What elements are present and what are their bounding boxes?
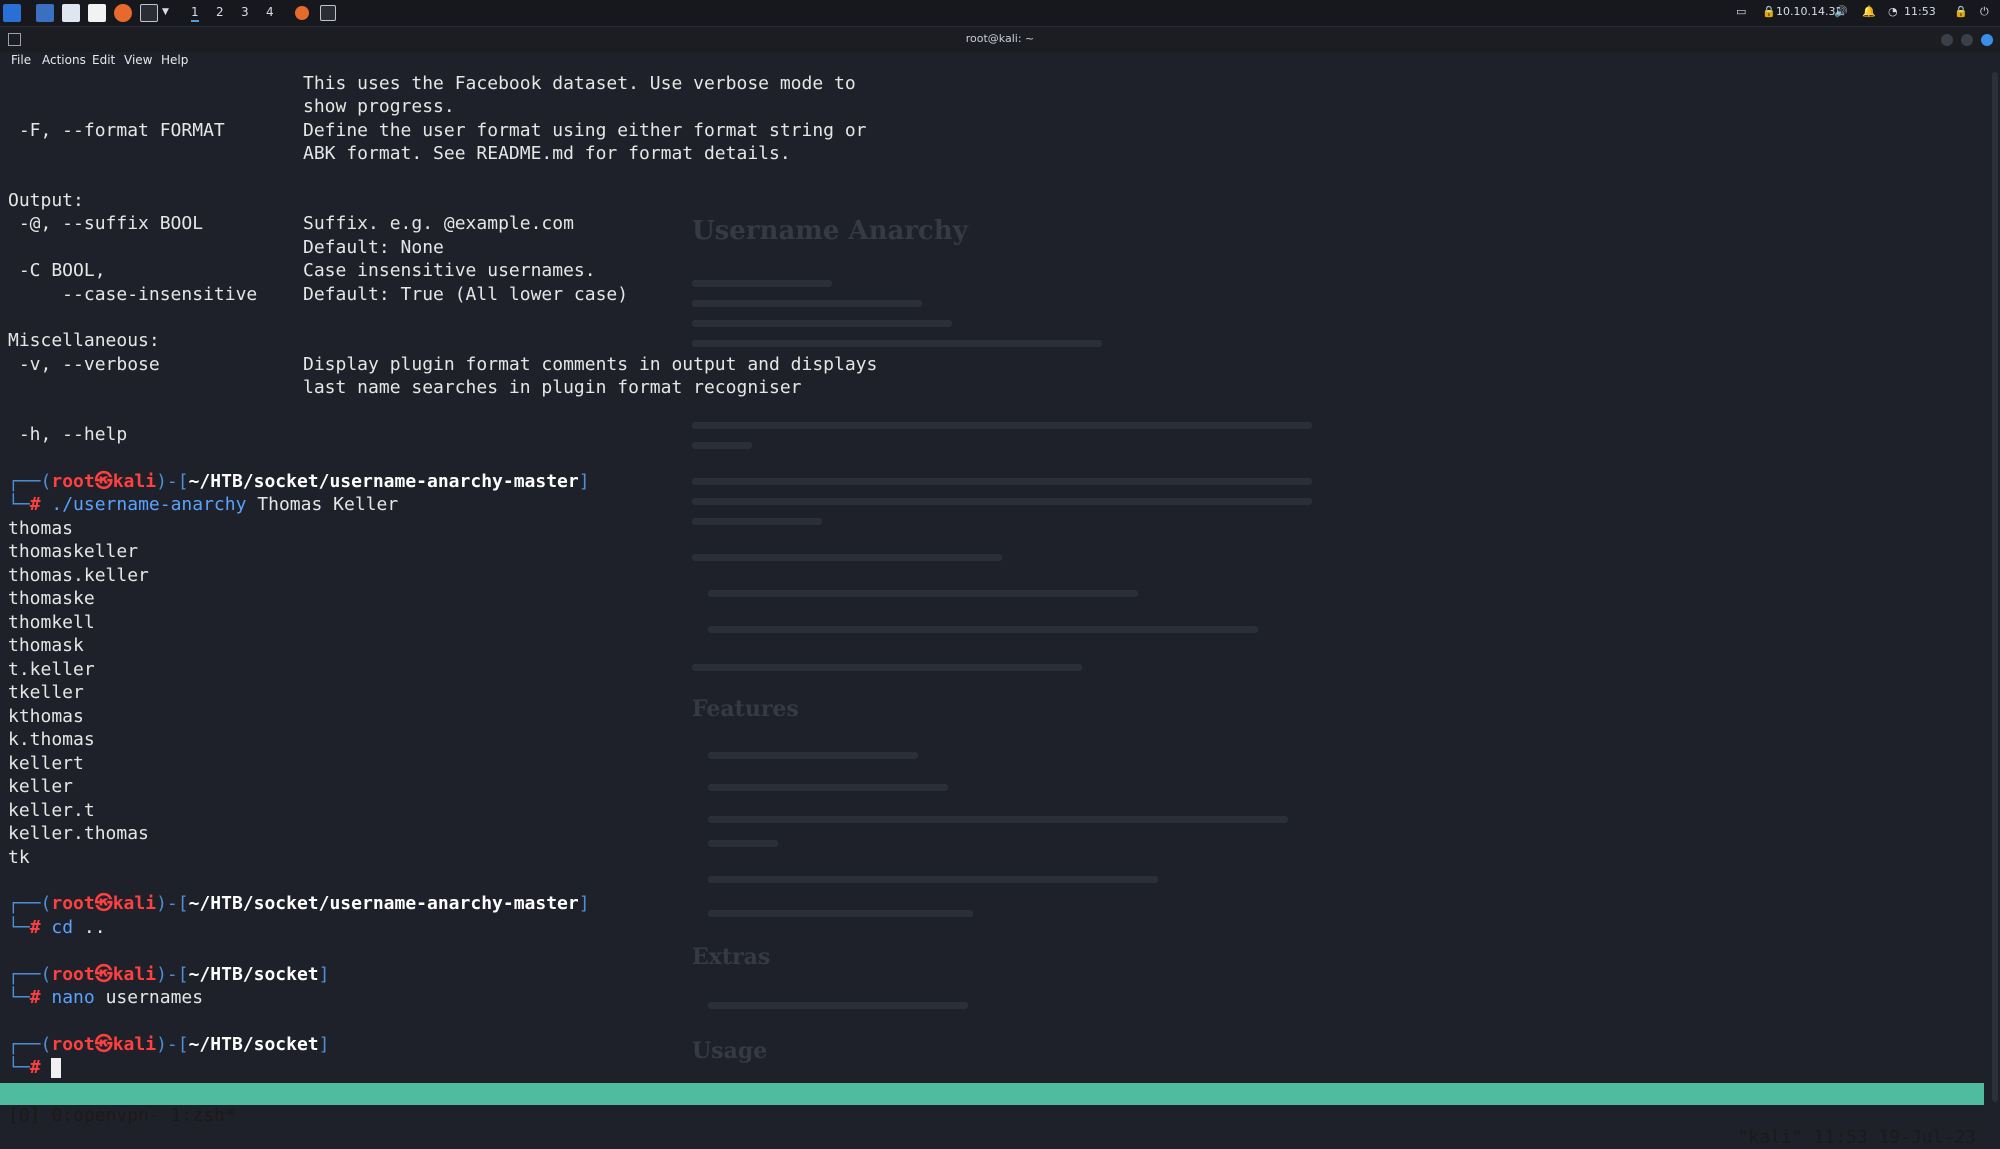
close-button[interactable] — [1981, 34, 1993, 46]
output-line: thomas.keller — [8, 565, 149, 586]
lock-screen-icon[interactable]: 🔒 — [1954, 5, 1968, 18]
top-panel: ▼ 1 2 3 4 ▭ 🔒 10.10.14.31 🔊 🔔 ◔ 11:53 🔒 … — [0, 0, 2000, 27]
help-section-heading: Miscellaneous: — [8, 330, 160, 351]
window-titlebar[interactable]: root@kali: ~ — [0, 27, 2000, 52]
help-line: Default: None — [303, 237, 444, 258]
text-editor-icon[interactable] — [88, 4, 106, 22]
workspace-4[interactable]: 4 — [266, 5, 274, 19]
clock[interactable]: 11:53 — [1904, 5, 1936, 18]
output-line: t.keller — [8, 659, 95, 680]
minimize-button[interactable] — [1941, 34, 1953, 46]
prompt-header: ┌──(root㉿kali)-[~/HTB/socket] — [8, 964, 330, 985]
firefox-icon[interactable] — [114, 4, 132, 22]
workspace-3[interactable]: 3 — [241, 5, 249, 19]
notification-bell-icon[interactable]: 🔔 — [1862, 5, 1876, 18]
output-line: thomask — [8, 635, 84, 656]
help-line: -C BOOL, Case insensitive usernames. — [8, 260, 596, 281]
help-line: last name searches in plugin format reco… — [303, 377, 802, 398]
menu-bar: File Actions Edit View Help — [0, 52, 2000, 69]
workspace-2[interactable]: 2 — [216, 5, 224, 19]
show-desktop-icon[interactable] — [36, 4, 54, 22]
volume-icon[interactable]: 🔊 — [1834, 5, 1848, 18]
menu-help[interactable]: Help — [161, 53, 188, 67]
help-line: ABK format. See README.md for format det… — [303, 143, 791, 164]
tmux-status-right: "kali" 11:53 19-Jul-23 — [1737, 1127, 1976, 1148]
clock-icon: ◔ — [1888, 5, 1898, 18]
output-line: tkeller — [8, 682, 84, 703]
menu-edit[interactable]: Edit — [92, 53, 115, 67]
terminal-launcher-icon[interactable] — [140, 4, 158, 22]
output-line: thomas — [8, 518, 74, 539]
terminal-window-icon[interactable] — [320, 5, 336, 21]
output-line: thomaskeller — [8, 541, 139, 562]
command-line: └─# cd .. — [8, 917, 106, 938]
screen-icon[interactable]: ▭ — [1736, 5, 1746, 18]
menu-actions[interactable]: Actions — [42, 53, 86, 67]
output-line: keller.thomas — [8, 823, 149, 844]
command-line-current[interactable]: └─# — [8, 1056, 62, 1079]
text-cursor — [51, 1058, 62, 1078]
help-line: -F, --format FORMAT Define the user forma… — [8, 120, 867, 141]
help-line: This uses the Facebook dataset. Use verb… — [303, 73, 856, 94]
prompt-header: ┌──(root㉿kali)-[~/HTB/socket/username-an… — [8, 471, 590, 492]
menu-view[interactable]: View — [124, 53, 152, 67]
prompt-header: ┌──(root㉿kali)-[~/HTB/socket] — [8, 1034, 330, 1055]
output-line: keller — [8, 776, 74, 797]
output-line: thomkell — [8, 612, 95, 633]
output-line: kthomas — [8, 706, 84, 727]
workspace-1[interactable]: 1 — [191, 5, 199, 22]
command-line: └─# ./username-anarchy Thomas Keller — [8, 494, 399, 515]
output-line: thomaske — [8, 588, 95, 609]
help-line: show progress. — [303, 96, 455, 117]
help-line: -@, --suffix BOOL Suffix. e.g. @example.c… — [8, 213, 574, 234]
help-line: -v, --verbose Display plugin format comme… — [8, 354, 878, 375]
command-line: └─# nano usernames — [8, 987, 204, 1008]
chevron-down-icon[interactable]: ▼ — [162, 7, 169, 17]
tmux-window-list[interactable]: [0] 0:openvpn- 1:zsh* — [8, 1105, 236, 1127]
output-line: k.thomas — [8, 729, 95, 750]
power-icon[interactable]: ⏻ — [1980, 5, 1989, 19]
menu-file[interactable]: File — [11, 53, 31, 67]
firefox-window-icon[interactable] — [295, 6, 309, 20]
window-title: root@kali: ~ — [965, 32, 1035, 45]
output-line: kellert — [8, 753, 84, 774]
vpn-ip: 10.10.14.31 — [1776, 5, 1843, 18]
vpn-lock-icon: 🔒 — [1762, 5, 1776, 18]
kali-menu-icon[interactable] — [3, 4, 21, 22]
prompt-header: ┌──(root㉿kali)-[~/HTB/socket/username-an… — [8, 893, 590, 914]
terminal-output[interactable]: This uses the Facebook dataset. Use verb… — [0, 72, 1990, 1080]
help-line: -h, --help — [8, 424, 128, 445]
terminal-scrollbar[interactable] — [1992, 72, 1998, 1102]
tmux-status-bar: [0] 0:openvpn- 1:zsh* "kali" 11:53 19-Ju… — [0, 1083, 1984, 1148]
output-line: tk — [8, 847, 30, 868]
help-section-heading: Output: — [8, 190, 84, 211]
maximize-button[interactable] — [1961, 34, 1973, 46]
help-line: --case-insensitive Default: True (All low… — [8, 284, 629, 305]
output-line: keller.t — [8, 800, 95, 821]
file-manager-icon[interactable] — [62, 4, 80, 22]
